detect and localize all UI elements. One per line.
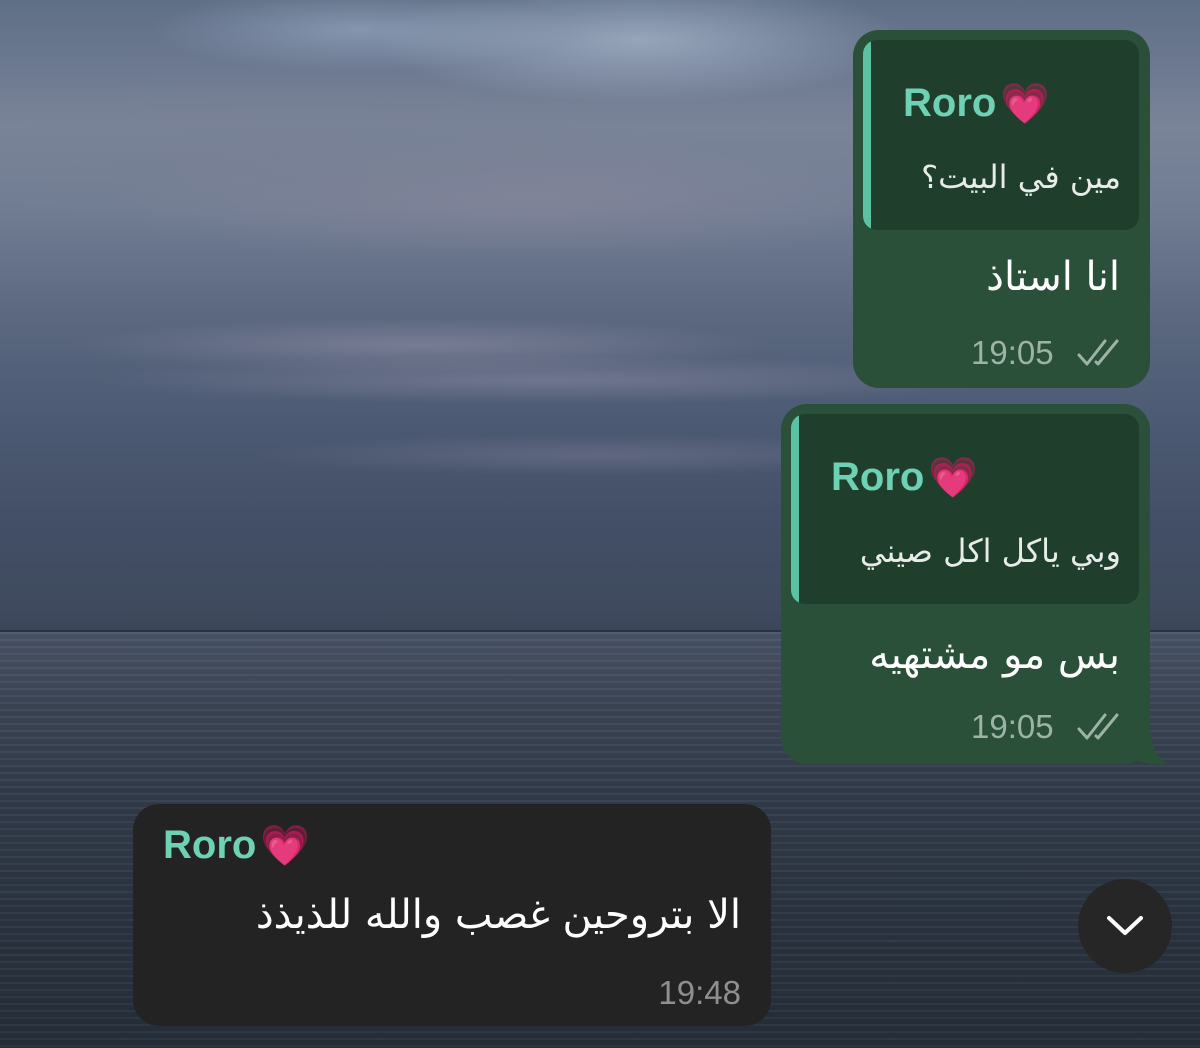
heart-emoji-icon: 💗 [260,824,311,868]
outgoing-message-bubble[interactable]: Roro 💗 وبي ياكل اكل صيني بس مو مشتهيه 19:… [781,404,1150,764]
message-time: 19:05 [971,334,1054,371]
message-text: انا استاذ [986,254,1120,300]
reply-sender-name: Roro 💗 [831,454,978,501]
reply-quote[interactable]: Roro 💗 مين في البيت؟ [863,40,1139,230]
bubble-tail [1130,724,1168,765]
reply-quoted-text: مين في البيت؟ [921,158,1121,196]
heart-emoji-icon: 💗 [928,456,979,500]
message-time: 19:48 [658,974,741,1011]
sender-label: Roro [163,823,257,867]
reply-quoted-text: وبي ياكل اكل صيني [859,532,1121,570]
double-check-icon [1077,713,1119,740]
outgoing-message-bubble[interactable]: Roro 💗 مين في البيت؟ انا استاذ 19:05 [853,30,1150,388]
scroll-down-button[interactable] [1078,879,1172,973]
incoming-message-bubble[interactable]: Roro 💗 الا بتروحين غصب والله للذيذذ 19:48 [133,804,771,1026]
reply-accent-bar [791,414,799,604]
reply-sender-label: Roro [831,455,925,499]
message-sender-name: Roro 💗 [163,822,310,869]
chat-screen: Roro 💗 مين في البيت؟ انا استاذ 19:05 Roro… [0,0,1200,1048]
reply-quote[interactable]: Roro 💗 وبي ياكل اكل صيني [791,414,1139,604]
chevron-down-icon [1107,916,1143,935]
message-text: بس مو مشتهيه [869,632,1120,678]
reply-accent-bar [863,40,871,230]
message-text: الا بتروحين غصب والله للذيذذ [255,892,741,938]
reply-sender-name: Roro 💗 [903,80,1050,127]
heart-emoji-icon: 💗 [1000,82,1051,126]
reply-sender-label: Roro [903,81,997,125]
double-check-icon [1077,339,1119,366]
message-time: 19:05 [971,708,1054,745]
